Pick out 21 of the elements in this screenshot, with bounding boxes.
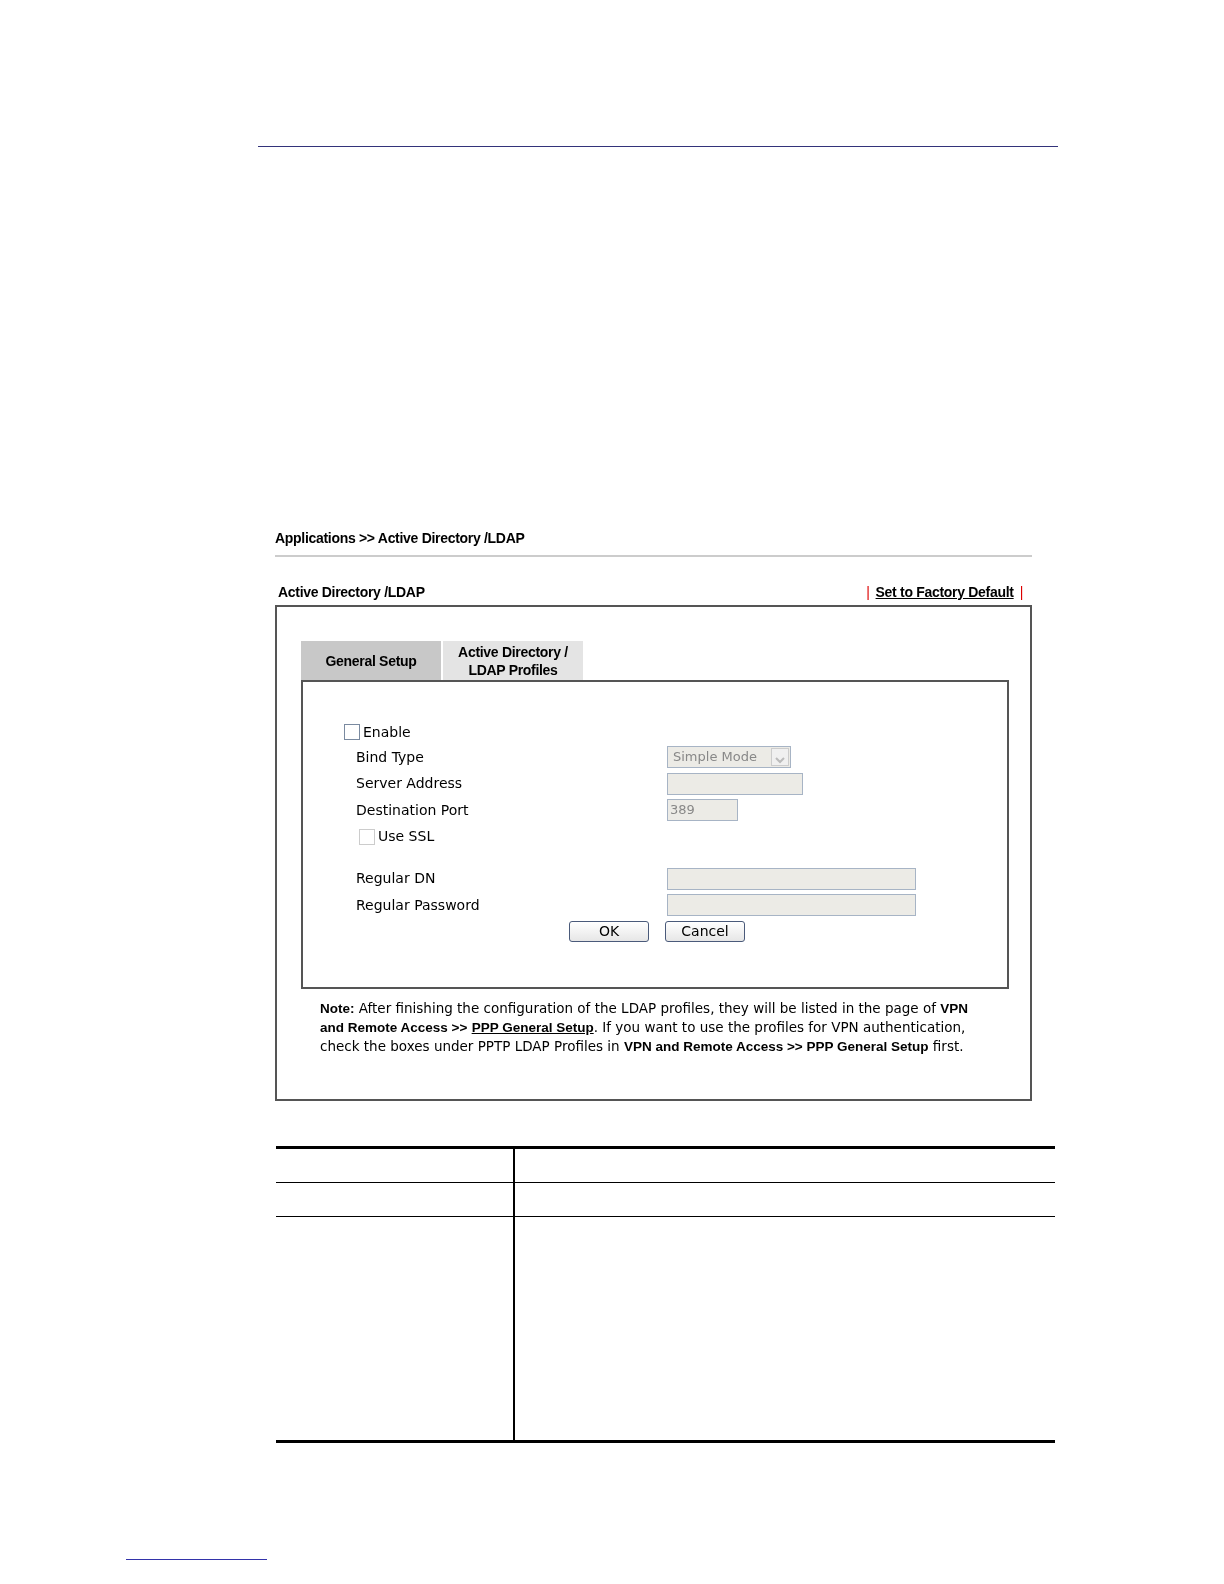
separator: | bbox=[1019, 583, 1023, 602]
field-label: Destination Port bbox=[356, 800, 470, 820]
field-label: Regular DN bbox=[356, 869, 437, 889]
field-label: Server Address bbox=[356, 774, 464, 794]
select-value: Simple Mode bbox=[673, 748, 757, 767]
setup-link[interactable]: PPP General Setup bbox=[471, 1020, 594, 1035]
separator: | bbox=[866, 583, 870, 602]
checkbox-label: Enable bbox=[363, 722, 411, 742]
note-text: Note: After finishing the configuration of the LDAP profiles, they will be listed in the page of VPN and Remote Access >> PPP General Setup. If you want to use the profiles for VPN authentication, check the boxes under PPTP LDAP Profiles in VPN and Remote Access >> PPP General Setup first. bbox=[320, 999, 969, 1056]
field-label: Bind Type bbox=[356, 747, 425, 767]
panel-title: Active Directory /LDAP bbox=[278, 583, 425, 602]
caret-icon bbox=[771, 748, 789, 767]
cancel-button[interactable]: Cancel bbox=[665, 920, 745, 942]
checkbox[interactable] bbox=[344, 724, 360, 740]
ok-button[interactable]: OK bbox=[569, 920, 649, 942]
checkbox-label: Use SSL bbox=[378, 827, 435, 846]
field-label: Regular Password bbox=[356, 895, 481, 915]
tab[interactable]: General Setup bbox=[301, 641, 441, 680]
factory-default-link[interactable]: Set to Factory Default bbox=[875, 582, 1014, 603]
tab[interactable]: Active Directory / LDAP Profiles bbox=[443, 641, 583, 680]
breadcrumb: Applications >> Active Directory /LDAP bbox=[275, 528, 1032, 557]
